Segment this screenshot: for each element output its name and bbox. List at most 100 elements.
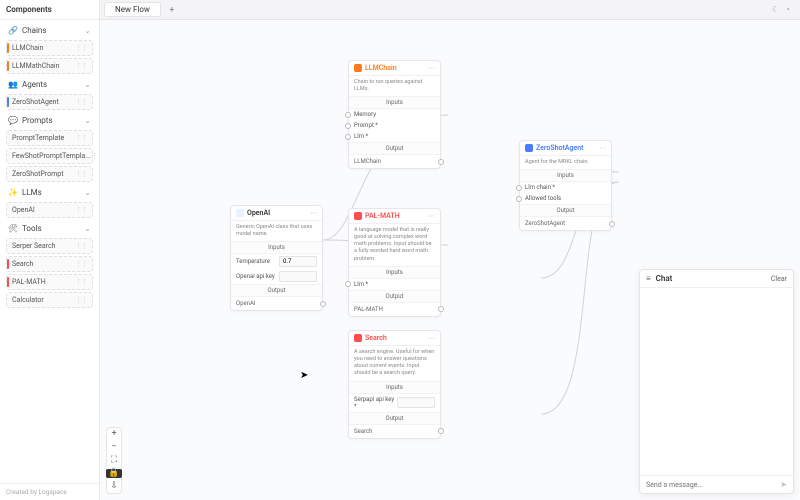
- moon-icon[interactable]: ☾: [772, 5, 779, 14]
- output-port[interactable]: [438, 428, 444, 434]
- field-llm: Llm *: [349, 279, 440, 290]
- node-zeroshotagent[interactable]: ZeroShotAgent ⋯ Agent for the MRKL chain.…: [519, 140, 612, 231]
- chevron-down-icon: ⌄: [84, 26, 91, 35]
- node-llmchain[interactable]: LLMChain⋯ Chain to run queries against L…: [348, 60, 441, 169]
- sidebar-item-search[interactable]: Search ⋮⋮: [6, 256, 93, 272]
- send-icon[interactable]: ➤: [780, 480, 787, 489]
- color-bar: [7, 97, 9, 107]
- drag-handle-icon: ⋮⋮: [75, 170, 87, 178]
- drag-handle-icon: ⋮⋮: [75, 134, 87, 142]
- tab-label: New Flow: [115, 5, 150, 14]
- chat-input[interactable]: [646, 481, 780, 489]
- sidebar-item-fewshotprompttempla-[interactable]: FewShotPromptTempla...⋮⋮: [6, 148, 93, 164]
- input-port[interactable]: [516, 196, 522, 202]
- input-port[interactable]: [345, 134, 351, 140]
- sidebar-item-llmmathchain[interactable]: LLMMathChain⋮⋮: [6, 58, 93, 74]
- field-api-key: Openai api key: [231, 269, 322, 284]
- sidebar-group-llms[interactable]: ✨LLMs⌄: [4, 184, 95, 200]
- tab-new-flow[interactable]: New Flow: [104, 2, 161, 17]
- sidebar-group-chains[interactable]: 🔗Chains⌄: [4, 22, 95, 38]
- chat-menu-icon[interactable]: ≡: [646, 274, 651, 283]
- node-menu-icon[interactable]: ⋯: [600, 144, 607, 152]
- item-label: Calculator: [12, 296, 44, 304]
- node-title: ZeroShotAgent: [536, 144, 584, 152]
- input-port[interactable]: [345, 123, 351, 129]
- mouse-cursor: ➤: [300, 370, 308, 381]
- node-output: LLMChain: [349, 155, 440, 168]
- sidebar-item-prompttemplate[interactable]: PromptTemplate⋮⋮: [6, 130, 93, 146]
- chat-panel: ≡ Chat Clear ➤: [639, 269, 794, 494]
- node-output: Search: [349, 425, 440, 438]
- node-menu-icon[interactable]: ⋯: [429, 334, 436, 342]
- node-desc: Agent for the MRKL chain.: [520, 156, 611, 169]
- sidebar-group-tools[interactable]: 🛠Tools⌄: [4, 220, 95, 236]
- color-bar: [7, 259, 9, 269]
- node-menu-icon[interactable]: ⋯: [429, 212, 436, 220]
- sidebar-title: Components: [0, 0, 99, 20]
- output-label: Output: [231, 284, 322, 297]
- drag-handle-icon: ⋮⋮: [75, 260, 87, 268]
- sidebar-footer: Created by Logspace: [0, 483, 99, 500]
- sidebar-item-serper-search[interactable]: Serper Search⋮⋮: [6, 238, 93, 254]
- input-port[interactable]: [516, 185, 522, 191]
- node-desc: A search engine. Useful for when you nee…: [349, 346, 440, 381]
- sidebar-item-calculator[interactable]: Calculator⋮⋮: [6, 292, 93, 308]
- export-button[interactable]: ⇩: [110, 482, 118, 491]
- bell-icon[interactable]: ◔: [785, 5, 790, 14]
- output-port[interactable]: [438, 306, 444, 312]
- item-label: LLMMathChain: [12, 62, 60, 70]
- group-label: Chains: [22, 26, 46, 35]
- topbar: New Flow + ☾ ◔: [100, 0, 800, 20]
- node-palmath[interactable]: PAL-MATH⋯ A language model that is reall…: [348, 208, 441, 317]
- sidebar-item-zeroshotagent[interactable]: ZeroShotAgent⋮⋮: [6, 94, 93, 110]
- sidebar-item-pal-math[interactable]: PAL-MATH⋮⋮: [6, 274, 93, 290]
- sidebar-item-llmchain[interactable]: LLMChain⋮⋮: [6, 40, 93, 56]
- drag-handle-icon: ⋮⋮: [91, 152, 99, 160]
- group-icon: 👥: [8, 79, 18, 89]
- temperature-input[interactable]: [279, 256, 317, 267]
- output-port[interactable]: [438, 159, 444, 165]
- item-label: FewShotPromptTempla...: [12, 152, 91, 160]
- field-serpapi-key: Serpapi api key *: [349, 394, 440, 412]
- zoom-in-button[interactable]: +: [111, 430, 116, 439]
- sidebar-group-prompts[interactable]: 💬Prompts⌄: [4, 112, 95, 128]
- zoom-controls: + − ⛶ 🔒 ⇩: [106, 427, 122, 494]
- add-tab-button[interactable]: +: [165, 3, 179, 17]
- input-port[interactable]: [345, 112, 351, 118]
- node-title: PAL-MATH: [365, 212, 400, 220]
- color-bar: [7, 61, 9, 71]
- serpapi-key-input[interactable]: [397, 397, 435, 408]
- color-bar: [7, 169, 9, 179]
- fit-view-button[interactable]: ⛶: [111, 456, 117, 465]
- zoom-out-button[interactable]: −: [111, 443, 116, 452]
- api-key-input[interactable]: [279, 271, 317, 282]
- chat-clear-button[interactable]: Clear: [771, 275, 787, 283]
- lock-button[interactable]: 🔒: [106, 469, 121, 478]
- color-bar: [7, 43, 9, 53]
- node-output: OpenAI: [231, 297, 322, 310]
- field-temperature: Temperature: [231, 254, 322, 269]
- item-label: LLMChain: [12, 44, 43, 52]
- color-bar: [7, 277, 9, 287]
- group-icon: 🛠: [8, 223, 18, 233]
- sidebar-group-agents[interactable]: 👥Agents⌄: [4, 76, 95, 92]
- field-llm-chain: Llm chain *: [520, 182, 611, 193]
- field-prompt: Prompt *: [349, 120, 440, 131]
- output-port[interactable]: [320, 301, 326, 307]
- input-port[interactable]: [345, 281, 351, 287]
- node-title: LLMChain: [365, 64, 397, 72]
- sidebar-item-zeroshotprompt[interactable]: ZeroShotPrompt⋮⋮: [6, 166, 93, 182]
- group-icon: 💬: [8, 115, 18, 125]
- sidebar-item-openai[interactable]: OpenAI⋮⋮: [6, 202, 93, 218]
- group-label: Tools: [22, 224, 42, 233]
- flow-canvas[interactable]: OpenAI⋯ Generic OpenAI class that uses m…: [100, 20, 800, 500]
- field-allowed-tools: Allowed tools: [520, 193, 611, 204]
- item-label: Search: [12, 260, 34, 268]
- node-menu-icon[interactable]: ⋯: [311, 209, 318, 217]
- drag-handle-icon: ⋮⋮: [75, 98, 87, 106]
- chat-title: Chat: [656, 274, 673, 283]
- node-menu-icon[interactable]: ⋯: [429, 64, 436, 72]
- node-search[interactable]: Search ⋯ A search engine. Useful for when…: [348, 330, 441, 439]
- output-port[interactable]: [609, 221, 615, 227]
- node-openai[interactable]: OpenAI⋯ Generic OpenAI class that uses m…: [230, 205, 323, 311]
